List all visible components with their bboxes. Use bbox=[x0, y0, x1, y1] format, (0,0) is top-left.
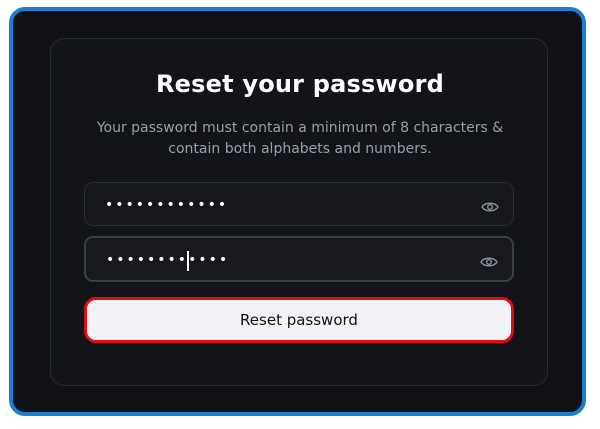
reset-password-button[interactable]: Reset password bbox=[84, 297, 514, 343]
new-password-field[interactable] bbox=[84, 182, 514, 227]
eye-icon[interactable] bbox=[481, 198, 499, 212]
password-requirements-text: Your password must contain a minimum of … bbox=[96, 120, 504, 157]
page-title: Reset your password bbox=[156, 70, 444, 98]
new-password-input[interactable] bbox=[103, 183, 467, 227]
text-caret bbox=[187, 251, 189, 271]
confirm-password-field[interactable] bbox=[84, 236, 514, 282]
confirm-password-input[interactable] bbox=[104, 238, 468, 282]
eye-icon[interactable] bbox=[480, 253, 498, 267]
